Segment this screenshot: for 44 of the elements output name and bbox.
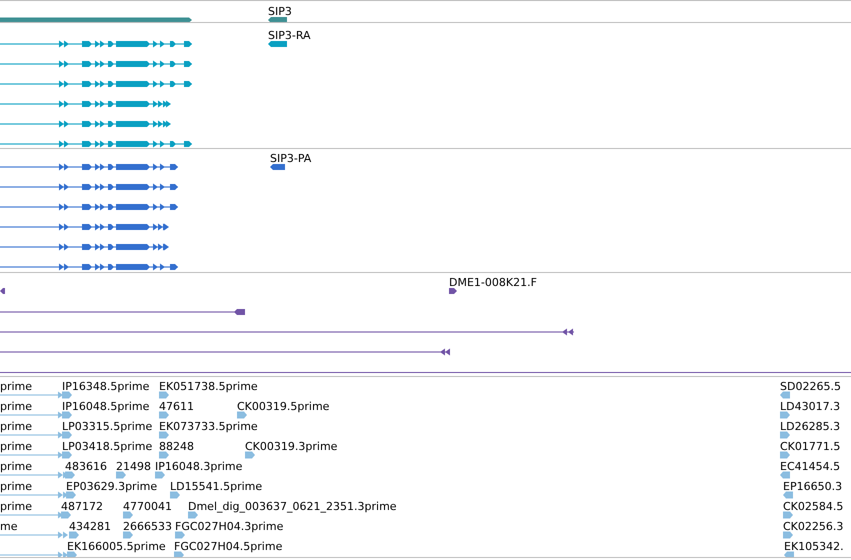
feature-label: prime — [0, 420, 32, 433]
feature-label: SIP3-PA — [270, 152, 312, 165]
feature-label: DME1-008K21.F — [449, 276, 537, 289]
feature-label: prime — [0, 380, 32, 393]
feature-label: EK051738.5prime — [159, 380, 258, 393]
feature-label: SIP3 — [268, 5, 292, 18]
feature-label: me — [0, 520, 18, 533]
feature-label: EP03629.3prime — [66, 480, 158, 493]
feature-label: 47611 — [159, 400, 194, 413]
feature-label: IP16048.3prime — [155, 460, 242, 473]
feature-label: prime — [0, 480, 32, 493]
feature-label: CK02256.3 — [783, 520, 844, 533]
feature-label: 4770041 — [123, 500, 172, 513]
feature-label: IP16348.5prime — [62, 380, 150, 393]
feature-label: CK01771.5 — [780, 440, 840, 453]
feature-label: EK105342. — [784, 540, 844, 553]
feature-label: prime — [0, 440, 32, 453]
feature-label: EK166005.5prime — [67, 540, 166, 553]
feature-label: CK00319.3prime — [245, 440, 338, 453]
feature-label: 88248 — [159, 440, 194, 453]
feature-label: prime — [0, 460, 32, 473]
feature-label: CK02584.5 — [783, 500, 844, 513]
feature-label: 487172 — [61, 500, 103, 513]
feature-label: 21498 — [116, 460, 151, 473]
feature-label: IP16048.5prime — [62, 400, 150, 413]
feature-label: Dmel_dig_003637_0621_2351.3prime — [188, 500, 397, 513]
feature-label: 483616 — [65, 460, 107, 473]
feature-label: SD02265.5 — [780, 380, 841, 393]
feature-label: prime — [0, 400, 32, 413]
feature-label: prime — [0, 500, 32, 513]
feature-label: 2666533 — [123, 520, 172, 533]
feature-label: EC41454.5 — [780, 460, 840, 473]
feature-label: LD15541.5prime — [170, 480, 262, 493]
feature-label: LD43017.3 — [780, 400, 840, 413]
feature-label: EP16650.3 — [783, 480, 842, 493]
feature-label: EK073733.5prime — [159, 420, 258, 433]
feature-label: FGC027H04.5prime — [174, 540, 282, 553]
feature-label: 434281 — [69, 520, 111, 533]
feature-label: CK00319.5prime — [237, 400, 330, 413]
feature-label: LP03315.5prime — [62, 420, 152, 433]
feature-label: LP03418.5prime — [62, 440, 152, 453]
feature-label: LD26285.3 — [780, 420, 840, 433]
feature-label: SIP3-RA — [268, 29, 311, 42]
feature-label: FGC027H04.3prime — [175, 520, 284, 533]
